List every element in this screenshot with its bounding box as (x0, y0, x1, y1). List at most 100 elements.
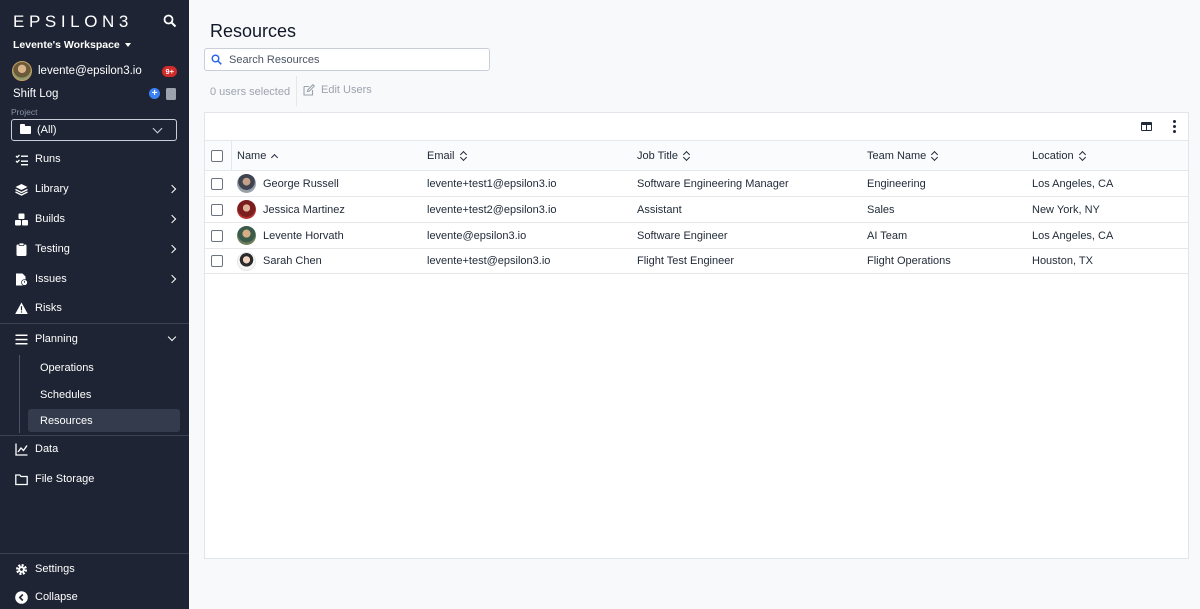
column-header-team-name[interactable]: Team Name (867, 141, 938, 170)
table-row[interactable]: Sarah Chen levente+test@epsilon3.io Flig… (205, 248, 1188, 274)
columns-icon[interactable] (1141, 122, 1152, 131)
search-icon (211, 54, 222, 65)
user-name: Levente Horvath (263, 229, 344, 242)
email-cell: levente+test@epsilon3.io (427, 255, 551, 267)
column-header-label: Email (427, 149, 455, 162)
collapse-sidebar-button[interactable]: Collapse (0, 586, 189, 608)
name-cell: Levente Horvath (237, 223, 344, 248)
sidebar-item-label: Data (35, 443, 59, 455)
sidebar-item-library[interactable]: Library (0, 178, 189, 200)
sidebar-item-label: Risks (35, 302, 62, 314)
sidebar-item-file-storage[interactable]: File Storage (0, 468, 189, 490)
table-row[interactable]: George Russell levente+test1@epsilon3.io… (205, 170, 1188, 196)
book-icon[interactable] (166, 88, 176, 100)
row-checkbox[interactable] (211, 223, 223, 248)
column-header-label: Team Name (867, 149, 927, 162)
project-label: Project (11, 107, 38, 117)
search-field[interactable] (204, 48, 490, 71)
sidebar-divider (0, 323, 189, 324)
toolbar-divider (296, 76, 297, 106)
user-name: Sarah Chen (263, 255, 322, 267)
row-checkbox[interactable] (211, 171, 223, 196)
selected-count: 0 users selected (210, 86, 291, 98)
search-input[interactable] (229, 51, 484, 68)
location-cell: Los Angeles, CA (1032, 177, 1114, 190)
column-header-location[interactable]: Location (1032, 141, 1086, 170)
epsilon3-logo[interactable]: EPSILON3 (13, 12, 133, 32)
team-name-cell: Flight Operations (867, 255, 951, 267)
edit-users-button[interactable]: Edit Users (303, 84, 372, 96)
sidebar-item-data[interactable]: Data (0, 438, 189, 460)
team-name-cell: Sales (867, 203, 895, 216)
sidebar-item-planning[interactable]: Planning (0, 328, 189, 350)
sort-icon (460, 150, 467, 162)
row-checkbox[interactable] (211, 197, 223, 222)
warning-icon (15, 302, 28, 314)
folder-icon (20, 124, 31, 134)
job-title-cell: Software Engineer (637, 229, 728, 242)
sidebar-item-risks[interactable]: Risks (0, 297, 189, 319)
sidebar-item-label: Collapse (35, 591, 78, 603)
sidebar-item-label: Issues (35, 273, 67, 285)
sidebar-item-runs[interactable]: Runs (0, 148, 189, 170)
sidebar-item-schedules[interactable]: Schedules (28, 383, 180, 406)
chevron-down-icon (167, 332, 177, 342)
testing-icon (16, 243, 27, 256)
builds-icon (15, 213, 28, 226)
shift-log[interactable]: Shift Log + (13, 87, 178, 101)
sidebar-item-resources[interactable]: Resources (28, 409, 180, 432)
sidebar-item-label: Runs (35, 153, 61, 165)
column-header-name[interactable]: Name (237, 141, 279, 170)
menu-lines-icon (15, 334, 28, 345)
sidebar: EPSILON3 Levente's Workspace levente@eps… (0, 0, 189, 609)
team-name-cell: Engineering (867, 177, 926, 190)
notification-badge[interactable]: 9+ (162, 66, 177, 77)
main-content: Resources 0 users selected Edit Users Na… (189, 0, 1200, 609)
column-header-label: Job Title (637, 149, 678, 162)
user-menu[interactable]: levente@epsilon3.io 9+ (12, 61, 178, 81)
workspace-switcher[interactable]: Levente's Workspace (13, 39, 131, 51)
shift-log-label: Shift Log (13, 88, 59, 100)
project-select[interactable]: (All) (11, 119, 177, 141)
edit-icon (303, 84, 315, 96)
sidebar-divider (0, 553, 189, 554)
select-all-checkbox[interactable] (211, 141, 223, 170)
sort-ascending-icon (271, 153, 279, 161)
avatar (237, 226, 256, 245)
search-icon[interactable] (163, 14, 179, 30)
table-row[interactable]: Levente Horvath levente@epsilon3.io Soft… (205, 222, 1188, 248)
column-header-email[interactable]: Email (427, 141, 467, 170)
issues-icon (16, 273, 28, 286)
table-row[interactable]: Jessica Martinez levente+test2@epsilon3.… (205, 196, 1188, 222)
sidebar-item-settings[interactable]: Settings (0, 558, 189, 580)
column-header-job-title[interactable]: Job Title (637, 141, 690, 170)
email-cell: levente@epsilon3.io (427, 229, 527, 242)
project-value: (All) (37, 124, 57, 136)
sidebar-item-builds[interactable]: Builds (0, 208, 189, 230)
sidebar-item-testing[interactable]: Testing (0, 238, 189, 260)
team-name-cell: AI Team (867, 229, 908, 242)
job-title-cell: Flight Test Engineer (637, 255, 735, 267)
sidebar-divider (0, 435, 189, 436)
page-title: Resources (210, 21, 297, 41)
table-header-row: Name Email Job Title Team Name Location (205, 140, 1188, 170)
add-shift-log-icon[interactable]: + (149, 88, 160, 99)
chevron-down-icon (152, 123, 163, 134)
name-cell: George Russell (237, 171, 339, 196)
name-cell: Jessica Martinez (237, 197, 345, 222)
sidebar-item-issues[interactable]: Issues (0, 268, 189, 290)
folder-icon (15, 474, 28, 486)
avatar (237, 251, 256, 271)
chevron-right-icon (167, 184, 177, 194)
column-header-label: Name (237, 149, 267, 162)
sidebar-item-label: Builds (35, 213, 65, 225)
runs-icon (15, 154, 28, 166)
more-options-icon[interactable] (1173, 120, 1176, 133)
sidebar-item-operations[interactable]: Operations (28, 356, 180, 379)
email-cell: levente+test1@epsilon3.io (427, 177, 557, 190)
gear-icon (16, 564, 27, 575)
user-name: Jessica Martinez (263, 203, 345, 216)
column-header-label: Location (1032, 149, 1074, 162)
row-checkbox[interactable] (211, 249, 223, 273)
edit-users-label: Edit Users (321, 84, 372, 96)
